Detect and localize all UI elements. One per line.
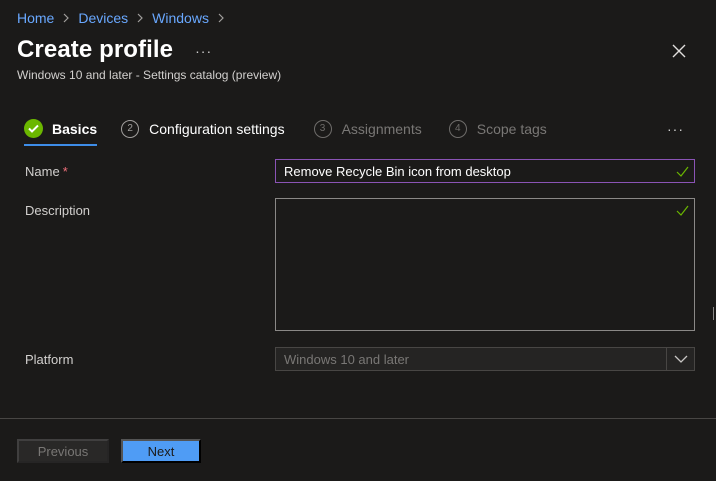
tab-label: Basics: [52, 120, 98, 137]
step-number: 3: [313, 119, 332, 138]
name-label: Name *: [25, 164, 68, 179]
step-number: 2: [121, 119, 140, 138]
breadcrumb: Home Devices Windows: [17, 10, 233, 26]
chevron-right-icon: [136, 13, 144, 23]
chevron-right-icon: [62, 13, 70, 23]
platform-dropdown-toggle[interactable]: [666, 348, 694, 370]
breadcrumb-home[interactable]: Home: [17, 10, 54, 26]
tab-assignments[interactable]: 3 Assignments: [313, 119, 422, 138]
scrollbar-edge: [713, 307, 714, 320]
checkmark-icon: [676, 166, 689, 177]
tab-basics[interactable]: Basics: [24, 119, 98, 146]
tab-label: Scope tags: [476, 120, 547, 137]
page-title: Create profile: [17, 36, 174, 63]
next-button[interactable]: Next: [121, 439, 201, 463]
platform-select[interactable]: Windows 10 and later: [275, 347, 695, 371]
chevron-right-icon: [217, 13, 225, 23]
breadcrumb-devices[interactable]: Devices: [78, 10, 128, 26]
previous-button[interactable]: Previous: [17, 439, 109, 463]
tab-configuration-settings[interactable]: 2 Configuration settings: [121, 119, 285, 138]
tab-label: Assignments: [341, 120, 422, 137]
name-input[interactable]: [275, 159, 695, 183]
title-row: Create profile ···: [17, 36, 212, 64]
name-label-text: Name: [25, 164, 60, 179]
tab-label: Configuration settings: [149, 120, 285, 137]
steps-more-button[interactable]: ···: [667, 121, 684, 137]
close-button[interactable]: [670, 42, 688, 60]
more-options-button[interactable]: ···: [195, 43, 212, 59]
chevron-down-icon: [674, 355, 687, 363]
breadcrumb-windows[interactable]: Windows: [152, 10, 209, 26]
step-number: 4: [448, 119, 467, 138]
description-label: Description: [25, 203, 91, 218]
close-icon: [672, 44, 686, 58]
footer-divider: [0, 418, 716, 419]
checkmark-circle-icon: [24, 119, 43, 138]
checkmark-icon: [676, 205, 689, 216]
platform-select-value: Windows 10 and later: [284, 351, 410, 367]
page-subtitle: Windows 10 and later - Settings catalog …: [17, 68, 282, 82]
tab-scope-tags[interactable]: 4 Scope tags: [448, 119, 547, 138]
wizard-steps: Basics 2 Configuration settings 3 Assign…: [24, 119, 547, 146]
description-textarea[interactable]: [275, 198, 695, 331]
required-marker: *: [62, 164, 68, 179]
platform-label: Platform: [25, 352, 74, 367]
